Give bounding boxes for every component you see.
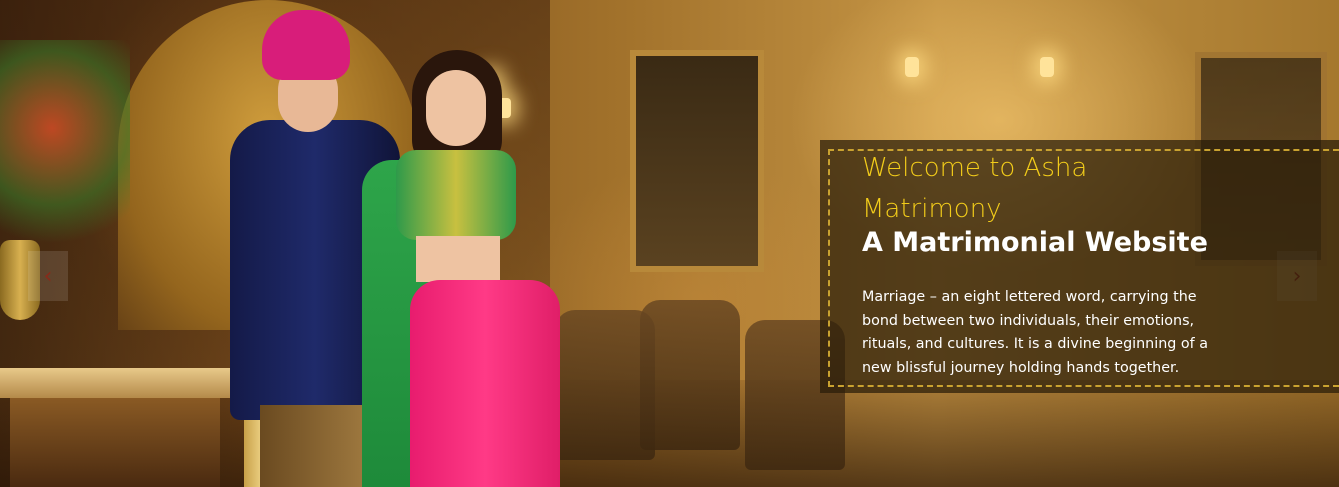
bride-midriff: [416, 236, 500, 282]
welcome-heading: Welcome to Asha Matrimony: [862, 153, 1088, 224]
side-table-top: [0, 368, 240, 398]
site-headline: A Matrimonial Website: [862, 227, 1208, 258]
groom-turban: [262, 10, 350, 80]
caption-description: Marriage – an eight lettered word, carry…: [862, 289, 1208, 376]
wall-portrait: [630, 50, 764, 272]
groom-trousers: [260, 405, 370, 487]
chevron-left-icon: ‹: [43, 263, 53, 289]
flower-arrangement: [0, 40, 130, 260]
wall-lamp: [905, 57, 919, 77]
side-table-base: [10, 398, 220, 487]
slide-caption: Welcome to Asha Matrimony A Matrimonial …: [820, 140, 1339, 393]
bride-blouse: [396, 150, 516, 240]
slider-prev-button[interactable]: ‹: [28, 251, 68, 301]
bride-face: [426, 70, 486, 146]
bride-figure: [360, 50, 560, 487]
wall-lamp: [1040, 57, 1054, 77]
hero-slider: ‹ › Welcome to Asha Matrimony A Matrimon…: [0, 0, 1339, 487]
chair: [640, 300, 740, 450]
bride-lehenga: [410, 280, 560, 487]
